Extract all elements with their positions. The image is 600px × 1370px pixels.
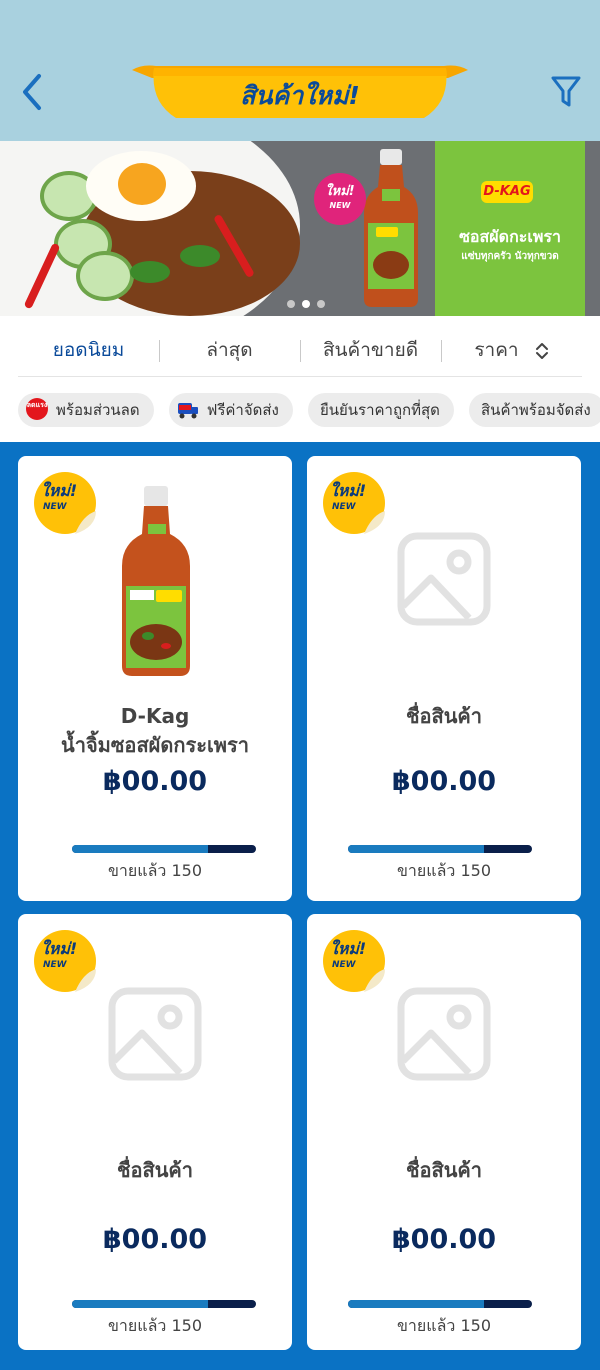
sold-number: 150 [460, 1316, 492, 1335]
dkag-logo: D-KAG [481, 181, 533, 203]
sold-progress-fill [348, 845, 485, 853]
cucumber-slice-image [76, 251, 134, 301]
new-badge-text: ใหม่! NEW [330, 941, 366, 973]
basil-leaf-image [180, 245, 220, 267]
chip-ready-to-ship-label: สินค้าพร้อมจัดส่ง [481, 401, 591, 419]
chip-free-shipping[interactable]: ฟรีค่าจัดส่ง [168, 393, 293, 427]
tab-bestseller-label: สินค้าขายดี [322, 339, 419, 361]
back-button[interactable] [12, 72, 52, 112]
banner-new-badge: ใหม่! NEW [314, 173, 366, 225]
basil-leaf-image [130, 261, 170, 283]
banner-subline: แซ่บทุกครัว นัวทุกขวด [461, 251, 559, 262]
new-badge-en: NEW [43, 502, 67, 512]
tab-latest[interactable]: ล่าสุด [159, 327, 300, 376]
app-header: สินค้าใหม่! [0, 0, 600, 141]
new-badge-text: ใหม่! NEW [330, 483, 366, 515]
sold-count: ขายแล้ว 150 [18, 859, 292, 884]
new-badge-en: NEW [43, 960, 67, 970]
tab-price-label: ราคา [474, 339, 519, 361]
product-card[interactable]: ใหม่! NEW D-Kag น้ำจิ้มซอสผัดกระเพรา ฿00… [18, 456, 292, 901]
product-price: ฿00.00 [102, 1224, 208, 1255]
sold-progress-bar [72, 1300, 256, 1308]
tab-price[interactable]: ราคา [441, 327, 582, 376]
free-shipping-icon [177, 403, 198, 419]
product-card[interactable]: ใหม่! NEW ชื่อสินค้า ฿00.00 ขายแล้ว 150 [307, 456, 581, 901]
banner-green-panel: D-KAG ซอสผัดกะเพรา แซ่บทุกครัว นัวทุกขวด [435, 141, 585, 316]
chip-discount[interactable]: ลดแรง พร้อมส่วนลด [18, 393, 154, 427]
new-badge-th: ใหม่! [41, 939, 78, 958]
sold-number: 150 [171, 1316, 203, 1335]
sold-number: 150 [460, 861, 492, 880]
promo-banner[interactable]: ใหม่! NEW D-KAG ซอสผัดกะเพรา แซ่บทุกครัว… [0, 141, 600, 316]
banner-headline: ซอสผัดกะเพรา [459, 227, 561, 246]
tab-latest-label: ล่าสุด [206, 339, 253, 361]
banner-new-th: ใหม่! [325, 184, 355, 199]
chevron-left-icon [23, 74, 41, 110]
carousel-dot[interactable] [317, 300, 325, 308]
tab-popular-label: ยอดนิยม [52, 339, 125, 361]
sold-label: ขายแล้ว [396, 1316, 456, 1335]
sold-progress-bar [348, 845, 532, 853]
sold-progress-bar [72, 845, 256, 853]
image-placeholder-icon [397, 987, 491, 1081]
carousel-dot[interactable] [287, 300, 295, 308]
new-badge-th: ใหม่! [41, 481, 78, 500]
sold-label: ขายแล้ว [107, 861, 167, 880]
filter-button[interactable] [546, 72, 586, 112]
tab-bestseller[interactable]: สินค้าขายดี [300, 327, 441, 376]
sold-count: ขายแล้ว 150 [307, 1314, 581, 1339]
product-name-line2: น้ำจิ้มซอสผัดกระเพรา [61, 733, 249, 757]
sold-progress-fill [72, 845, 209, 853]
product-image-sauce-bottle [122, 486, 190, 676]
sold-progress-fill [72, 1300, 209, 1308]
sold-label: ขายแล้ว [396, 861, 456, 880]
sold-progress-bar [348, 1300, 532, 1308]
sort-tabs: ยอดนิยม ล่าสุด สินค้าขายดี ราคา [18, 327, 582, 377]
new-badge-th: ใหม่! [330, 481, 367, 500]
sale-badge-icon: ลดแรง [26, 398, 48, 420]
image-placeholder-icon [108, 987, 202, 1081]
chip-ready-to-ship[interactable]: สินค้าพร้อมจัดส่ง [469, 393, 600, 427]
banner-new-en: NEW [329, 201, 351, 210]
new-badge-en: NEW [332, 960, 356, 970]
product-name: ชื่อสินค้า [405, 1158, 483, 1182]
filter-chips: ลดแรง พร้อมส่วนลด ฟรีค่าจัดส่ง ยืนยันราคา… [18, 393, 600, 427]
product-name: ชื่อสินค้า [405, 704, 483, 728]
product-card[interactable]: ใหม่! NEW ชื่อสินค้า ฿00.00 ขายแล้ว 150 [307, 914, 581, 1350]
sold-label: ขายแล้ว [107, 1316, 167, 1335]
chip-free-shipping-label: ฟรีค่าจัดส่ง [206, 401, 279, 419]
product-price: ฿00.00 [102, 766, 208, 797]
sold-count: ขายแล้ว 150 [307, 859, 581, 884]
carousel-dot-active[interactable] [302, 300, 310, 308]
new-badge-th: ใหม่! [330, 939, 367, 958]
new-badge-en: NEW [332, 502, 356, 512]
sold-progress-fill [348, 1300, 485, 1308]
page-title: สินค้าใหม่! [240, 81, 360, 110]
sort-up-down-icon [535, 342, 548, 359]
filter-funnel-icon [551, 76, 581, 107]
product-name-line1: D-Kag [120, 704, 190, 728]
title-ribbon: สินค้าใหม่! [132, 62, 468, 124]
new-badge-text: ใหม่! NEW [41, 483, 77, 515]
product-price: ฿00.00 [391, 1224, 497, 1255]
product-price: ฿00.00 [391, 766, 497, 797]
tab-popular[interactable]: ยอดนิยม [18, 327, 159, 376]
sold-number: 150 [171, 861, 203, 880]
product-card[interactable]: ใหม่! NEW ชื่อสินค้า ฿00.00 ขายแล้ว 150 [18, 914, 292, 1350]
image-placeholder-icon [397, 532, 491, 626]
carousel-dots [287, 300, 325, 308]
new-badge-text: ใหม่! NEW [41, 941, 77, 973]
egg-yolk-image [118, 163, 166, 205]
sold-count: ขายแล้ว 150 [18, 1314, 292, 1339]
chip-lowest-price-label: ยืนยันราคาถูกที่สุด [319, 401, 440, 419]
product-name: ชื่อสินค้า [116, 1158, 194, 1182]
chip-discount-label: พร้อมส่วนลด [56, 401, 140, 419]
chip-lowest-price[interactable]: ยืนยันราคาถูกที่สุด [307, 393, 454, 427]
sauce-bottle-image [364, 149, 418, 307]
